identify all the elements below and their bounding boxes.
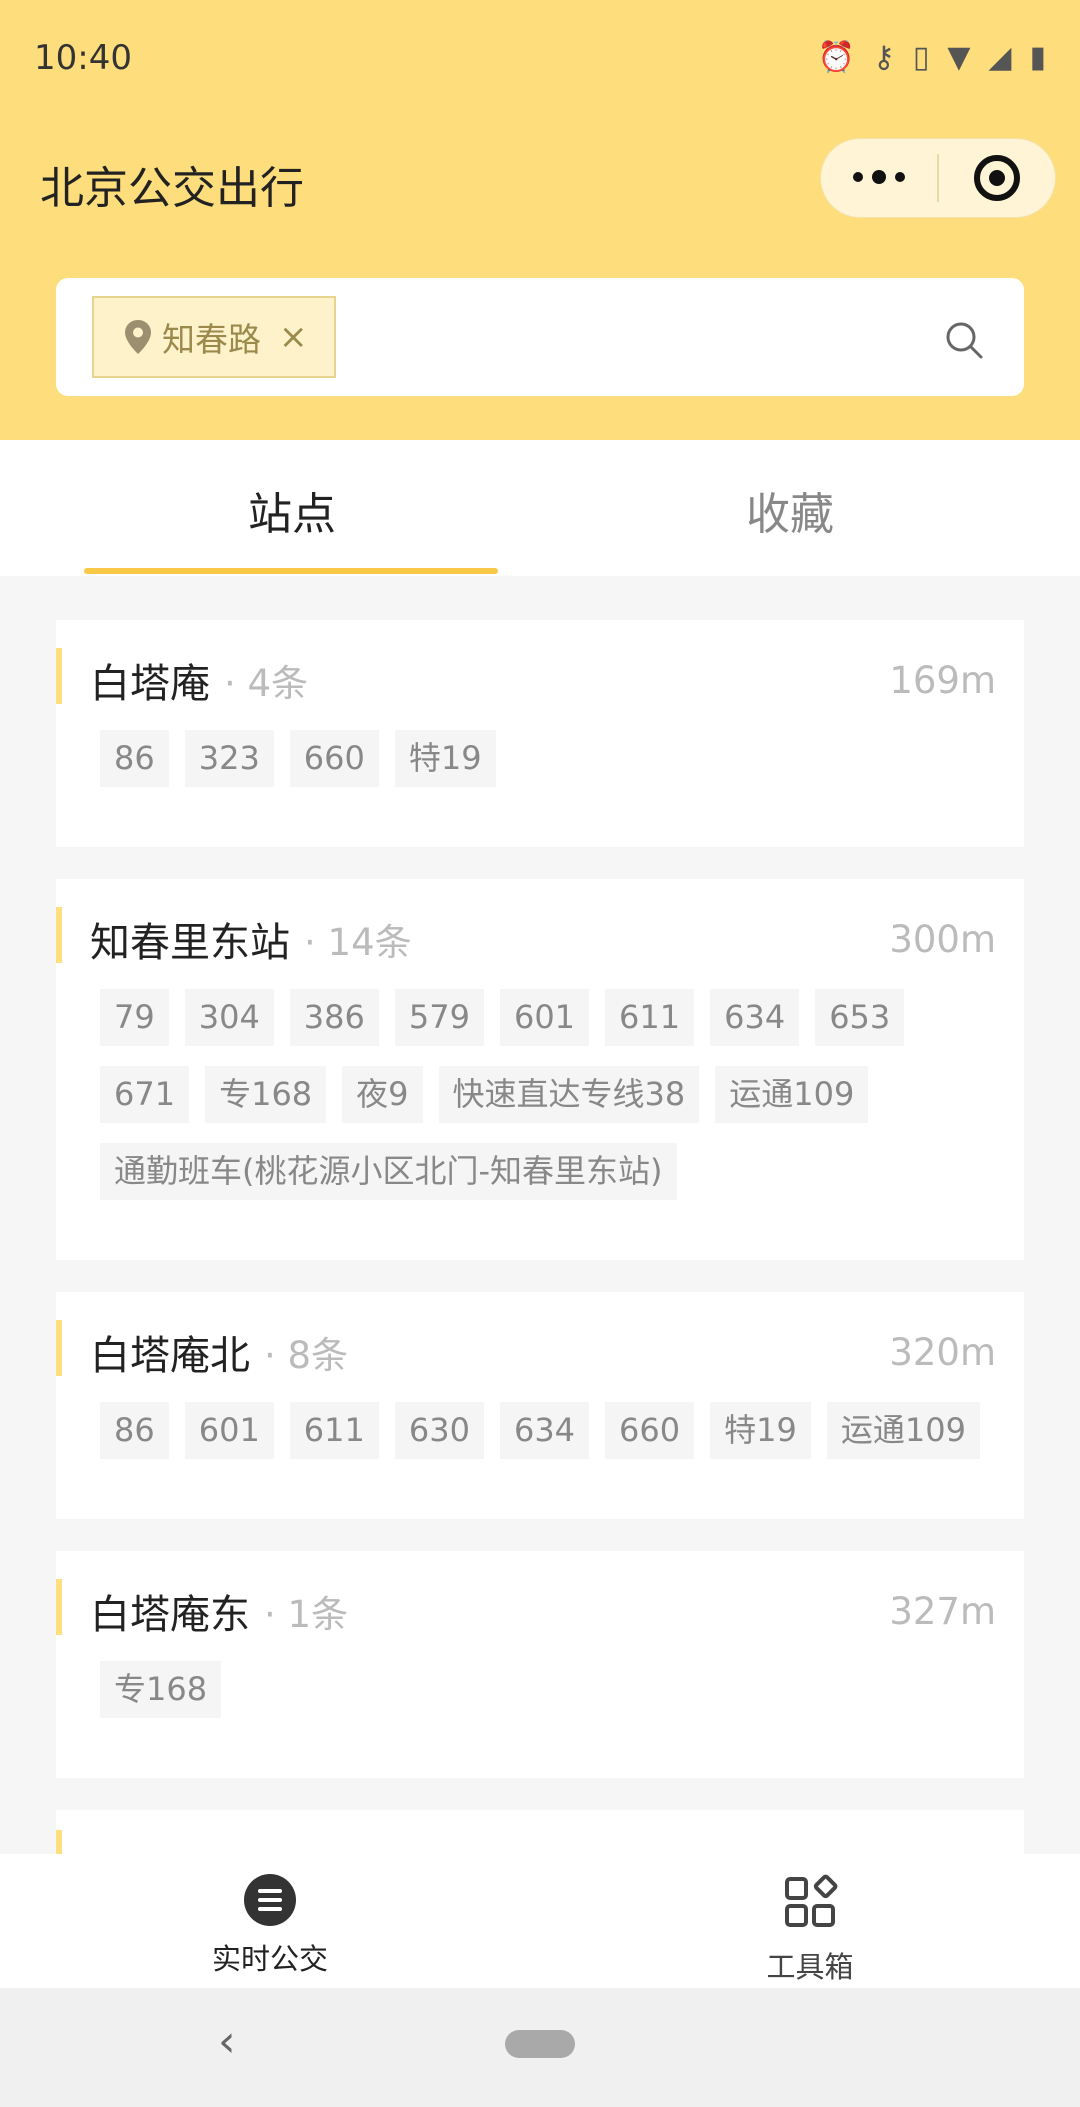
- route-count: · 14条: [304, 921, 412, 964]
- station-header: 白塔庵北 · 8条 320m: [56, 1322, 1024, 1382]
- nav-toolbox[interactable]: 工具箱: [710, 1874, 910, 1986]
- station-name: 白塔庵北: [90, 1333, 250, 1379]
- route-chip[interactable]: 运通109: [826, 1402, 980, 1459]
- route-chip[interactable]: 79: [100, 989, 169, 1046]
- route-chip[interactable]: 323: [184, 730, 274, 787]
- tab-favorites[interactable]: 收藏: [746, 478, 834, 542]
- app-header: 10:40 ⏰ ⚷ ▯ ▼ ◢ ▮ 北京公交出行 知春路 ×: [0, 0, 1080, 440]
- route-chip[interactable]: 611: [605, 989, 695, 1046]
- target-icon: [974, 155, 1020, 201]
- station-distance: 327m: [889, 1589, 996, 1633]
- route-list: 79 304 386 579 601 611 634 653 671 专168 夜9 快速直达专线38…: [56, 969, 1024, 1220]
- route-chip[interactable]: 特19: [394, 730, 496, 787]
- home-pill[interactable]: [505, 2030, 575, 2058]
- search-icon[interactable]: [944, 320, 984, 360]
- route-chip[interactable]: 通勤班车(桃花源小区北门-知春里东站): [100, 1143, 677, 1200]
- remove-tag-icon[interactable]: ×: [279, 317, 308, 357]
- tab-bar: 站点 收藏: [0, 440, 1080, 576]
- station-header: 白塔庵东 · 1条 327m: [56, 1581, 1024, 1641]
- route-chip[interactable]: 386: [289, 989, 379, 1046]
- route-chip[interactable]: 634: [710, 989, 800, 1046]
- route-list: 专168: [56, 1641, 1024, 1738]
- route-chip[interactable]: 专168: [100, 1661, 222, 1718]
- route-chip[interactable]: 运通109: [715, 1066, 869, 1123]
- route-chip[interactable]: 653: [815, 989, 905, 1046]
- station-card[interactable]: 白塔庵 · 4条 169m 86 323 660 特19: [56, 620, 1024, 847]
- route-chip[interactable]: 夜9: [342, 1066, 423, 1123]
- vpn-key-icon: ⚷: [872, 40, 895, 75]
- route-chip[interactable]: 671: [100, 1066, 190, 1123]
- route-chip[interactable]: 634: [499, 1402, 590, 1459]
- route-chip[interactable]: 86: [100, 730, 169, 787]
- route-chip[interactable]: 660: [605, 1402, 695, 1459]
- route-chip[interactable]: 601: [499, 989, 590, 1046]
- nav-label: 工具箱: [766, 1950, 854, 1984]
- station-card[interactable]: 白塔庵东 · 1条 327m 专168: [56, 1551, 1024, 1778]
- route-chip[interactable]: 630: [394, 1402, 484, 1459]
- route-chip[interactable]: 660: [289, 730, 379, 787]
- signal-icon: ◢: [988, 40, 1012, 75]
- search-box[interactable]: 知春路 ×: [56, 278, 1024, 396]
- miniprogram-capsule: [820, 138, 1056, 218]
- route-list: 86 323 660 特19: [56, 710, 1024, 807]
- station-name: 白塔庵东: [90, 1592, 250, 1638]
- status-icons: ⏰ ⚷ ▯ ▼ ◢ ▮: [817, 42, 1046, 74]
- nav-realtime-bus[interactable]: 实时公交: [170, 1874, 370, 1978]
- station-card[interactable]: 白塔庵北 · 8条 320m 86 601 611 630 634 660 特19 运通109: [56, 1292, 1024, 1519]
- battery-icon: ▮: [1029, 40, 1046, 75]
- grid-tools-icon: [785, 1874, 838, 1927]
- wifi-icon: ▼: [947, 40, 971, 75]
- station-name: 知春里东站: [90, 920, 290, 966]
- station-distance: 320m: [889, 1330, 996, 1374]
- location-pin-icon: [125, 320, 151, 354]
- station-distance: 169m: [889, 658, 996, 702]
- route-chip[interactable]: 601: [184, 1402, 274, 1459]
- station-card[interactable]: 知春里东站 · 14条 300m 79 304 386 579 601 611 634 653…: [56, 879, 1024, 1260]
- active-tab-indicator: [84, 568, 498, 574]
- tab-stations[interactable]: 站点: [248, 478, 336, 542]
- route-chip[interactable]: 快速直达专线38: [438, 1066, 700, 1123]
- bottom-nav: 实时公交 工具箱: [0, 1854, 1080, 1988]
- station-name: 白塔庵: [90, 661, 210, 707]
- vibrate-icon: ▯: [912, 40, 930, 75]
- location-tag-label: 知春路: [162, 320, 261, 359]
- station-header: 白塔庵 · 4条 169m: [56, 650, 1024, 710]
- card-accent-bar: [56, 648, 62, 704]
- card-accent-bar: [56, 1320, 62, 1376]
- nav-label: 实时公交: [211, 1942, 328, 1976]
- station-distance: 300m: [889, 917, 996, 961]
- route-chip[interactable]: 专168: [205, 1066, 327, 1123]
- route-chip[interactable]: 86: [100, 1402, 169, 1459]
- status-time: 10:40: [34, 38, 132, 78]
- route-chip[interactable]: 579: [394, 989, 484, 1046]
- alarm-icon: ⏰: [817, 40, 855, 75]
- station-list: 白塔庵 · 4条 169m 86 323 660 特19 知春里东站 · 14条 30…: [56, 620, 1024, 1902]
- card-accent-bar: [56, 1579, 62, 1635]
- close-miniprogram-button[interactable]: [939, 155, 1055, 201]
- list-circle-icon: [244, 1874, 296, 1926]
- more-menu-button[interactable]: [821, 170, 937, 184]
- route-count: · 4条: [224, 662, 309, 705]
- page-title: 北京公交出行: [40, 163, 304, 214]
- back-icon[interactable]: ‹: [218, 2016, 236, 2067]
- location-tag[interactable]: 知春路 ×: [92, 296, 336, 378]
- station-header: 知春里东站 · 14条 300m: [56, 909, 1024, 969]
- card-accent-bar: [56, 907, 62, 963]
- route-chip[interactable]: 611: [289, 1402, 379, 1459]
- route-count: · 1条: [264, 1593, 349, 1636]
- system-nav-bar: ‹: [0, 1988, 1080, 2107]
- route-chip[interactable]: 304: [184, 989, 274, 1046]
- route-chip[interactable]: 特19: [710, 1402, 811, 1459]
- route-count: · 8条: [264, 1334, 349, 1377]
- status-bar: 10:40 ⏰ ⚷ ▯ ▼ ◢ ▮: [0, 0, 1080, 120]
- route-list: 86 601 611 630 634 660 特19 运通109: [56, 1382, 1024, 1479]
